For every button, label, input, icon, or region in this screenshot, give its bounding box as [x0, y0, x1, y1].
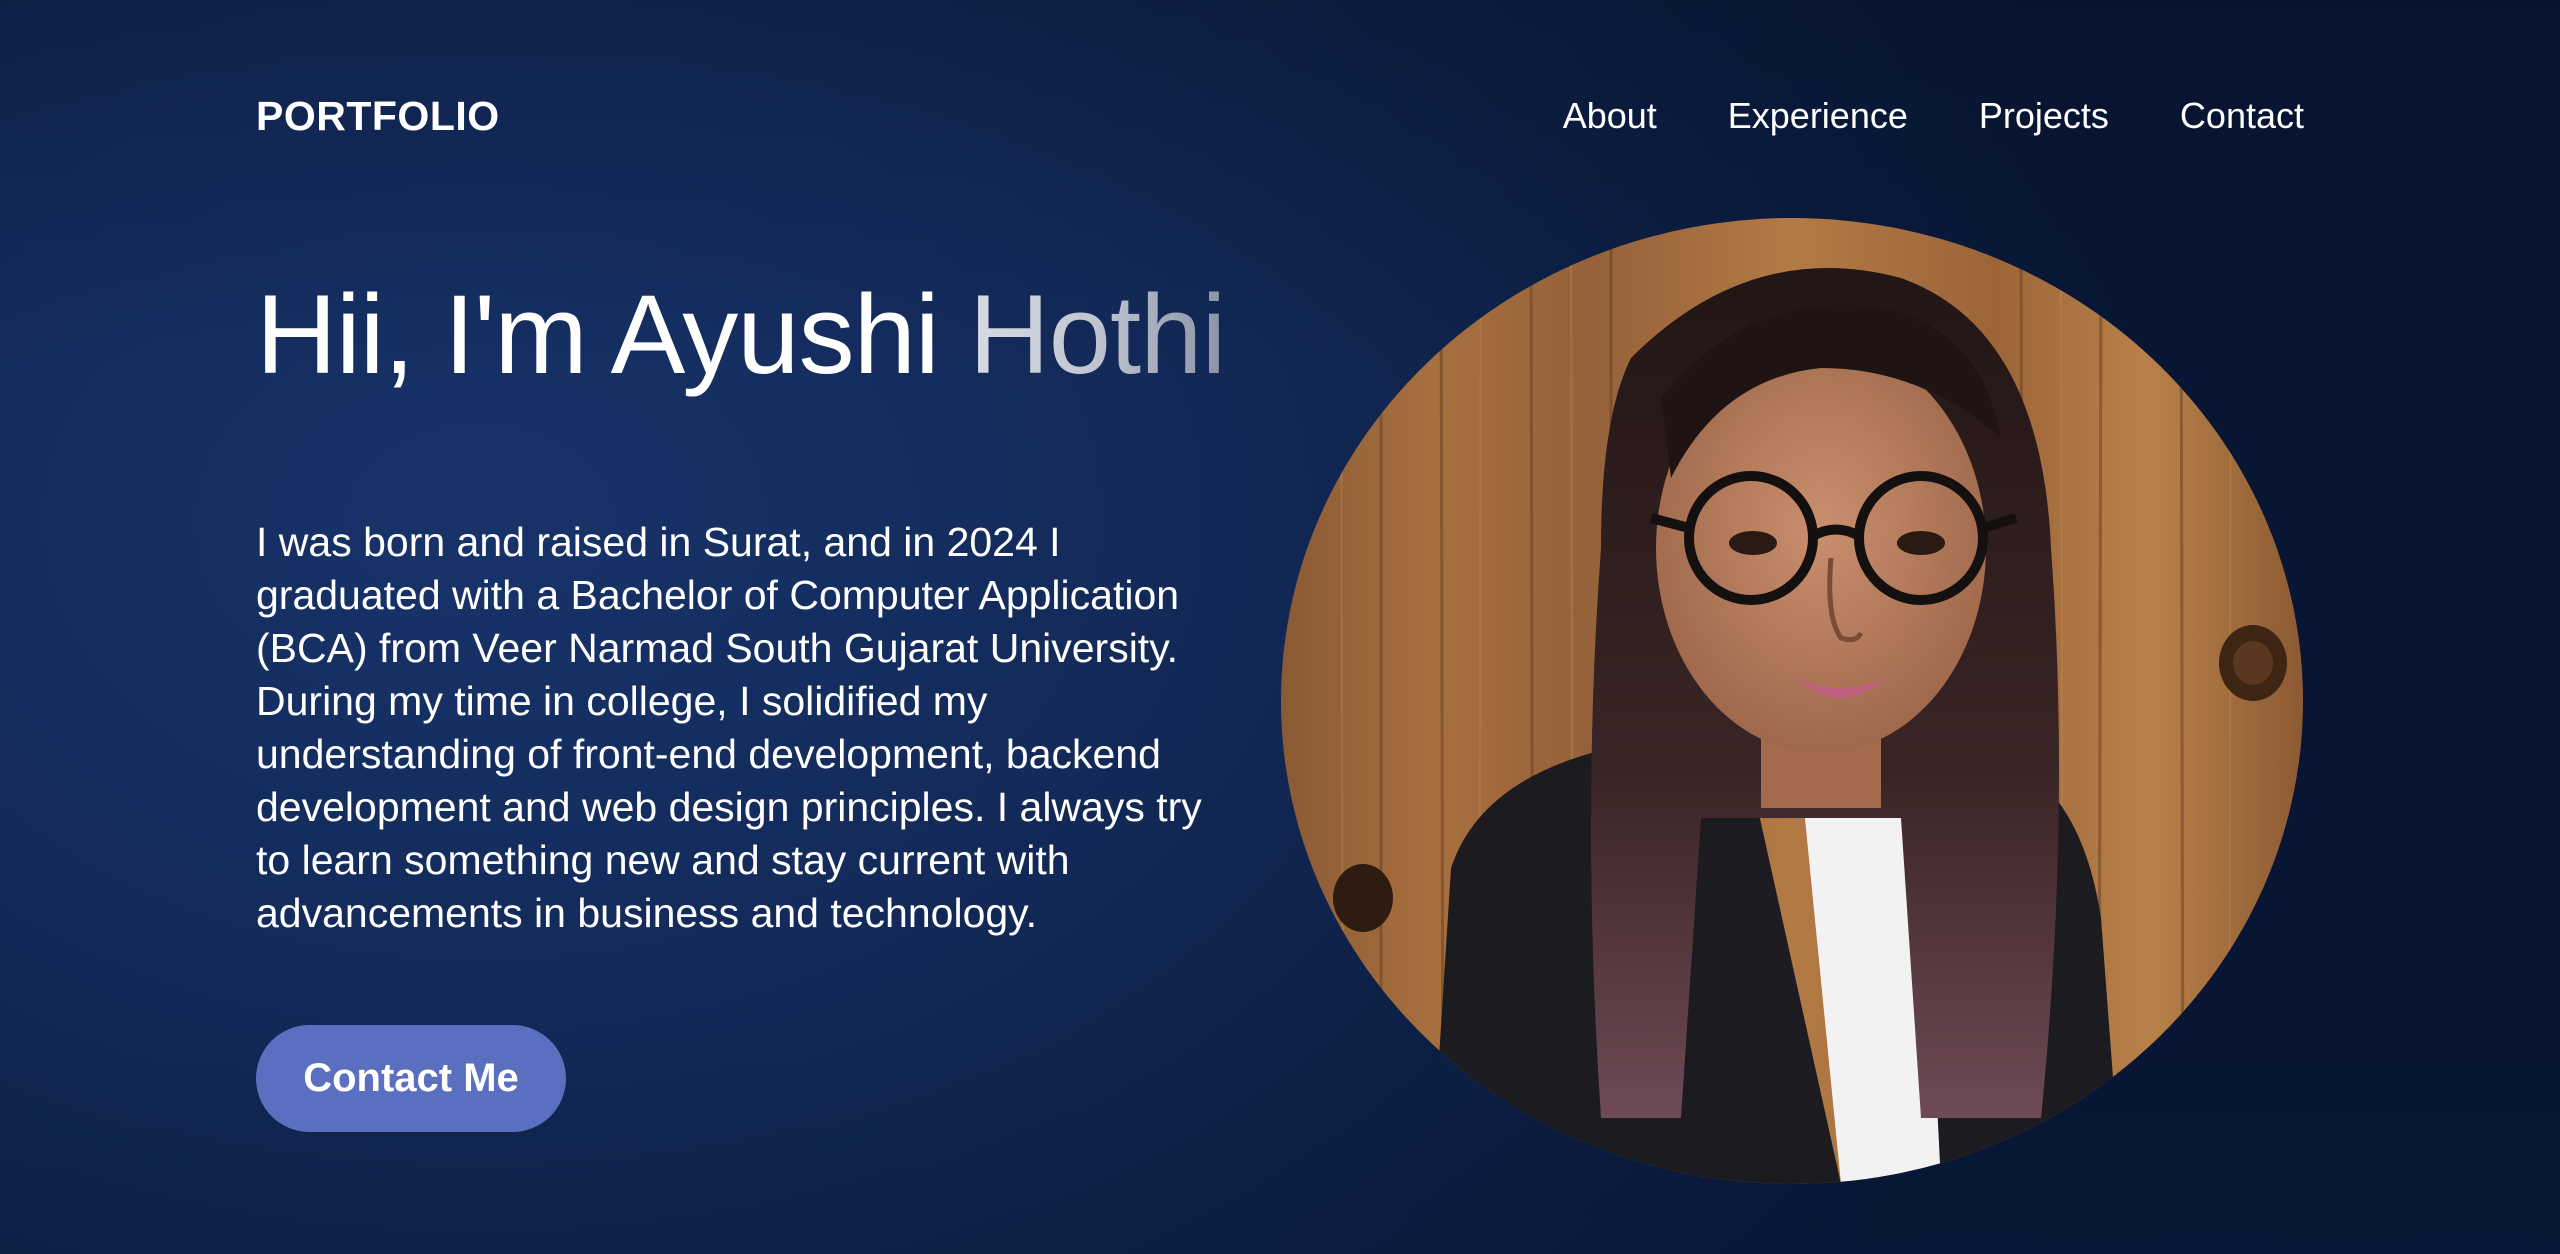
hero-bio: I was born and raised in Surat, and in 2… [256, 519, 1202, 936]
headline-greeting: Hii, I'm Ayushi [256, 272, 969, 397]
headline-surname: Hothi [968, 272, 1226, 397]
profile-photo-illustration [1281, 218, 2303, 1184]
nav-link-projects[interactable]: Projects [1979, 92, 2109, 140]
brand-logo[interactable]: PORTFOLIO [256, 92, 500, 140]
profile-photo [1281, 218, 2303, 1184]
top-navigation: About Experience Projects Contact [1563, 92, 2304, 140]
nav-link-experience[interactable]: Experience [1728, 92, 1908, 140]
contact-me-button[interactable]: Contact Me [256, 1025, 566, 1132]
nav-link-about[interactable]: About [1563, 92, 1657, 140]
nav-link-contact[interactable]: Contact [2180, 92, 2304, 140]
hero-headline: Hii, I'm Ayushi Hothi [256, 270, 1226, 400]
